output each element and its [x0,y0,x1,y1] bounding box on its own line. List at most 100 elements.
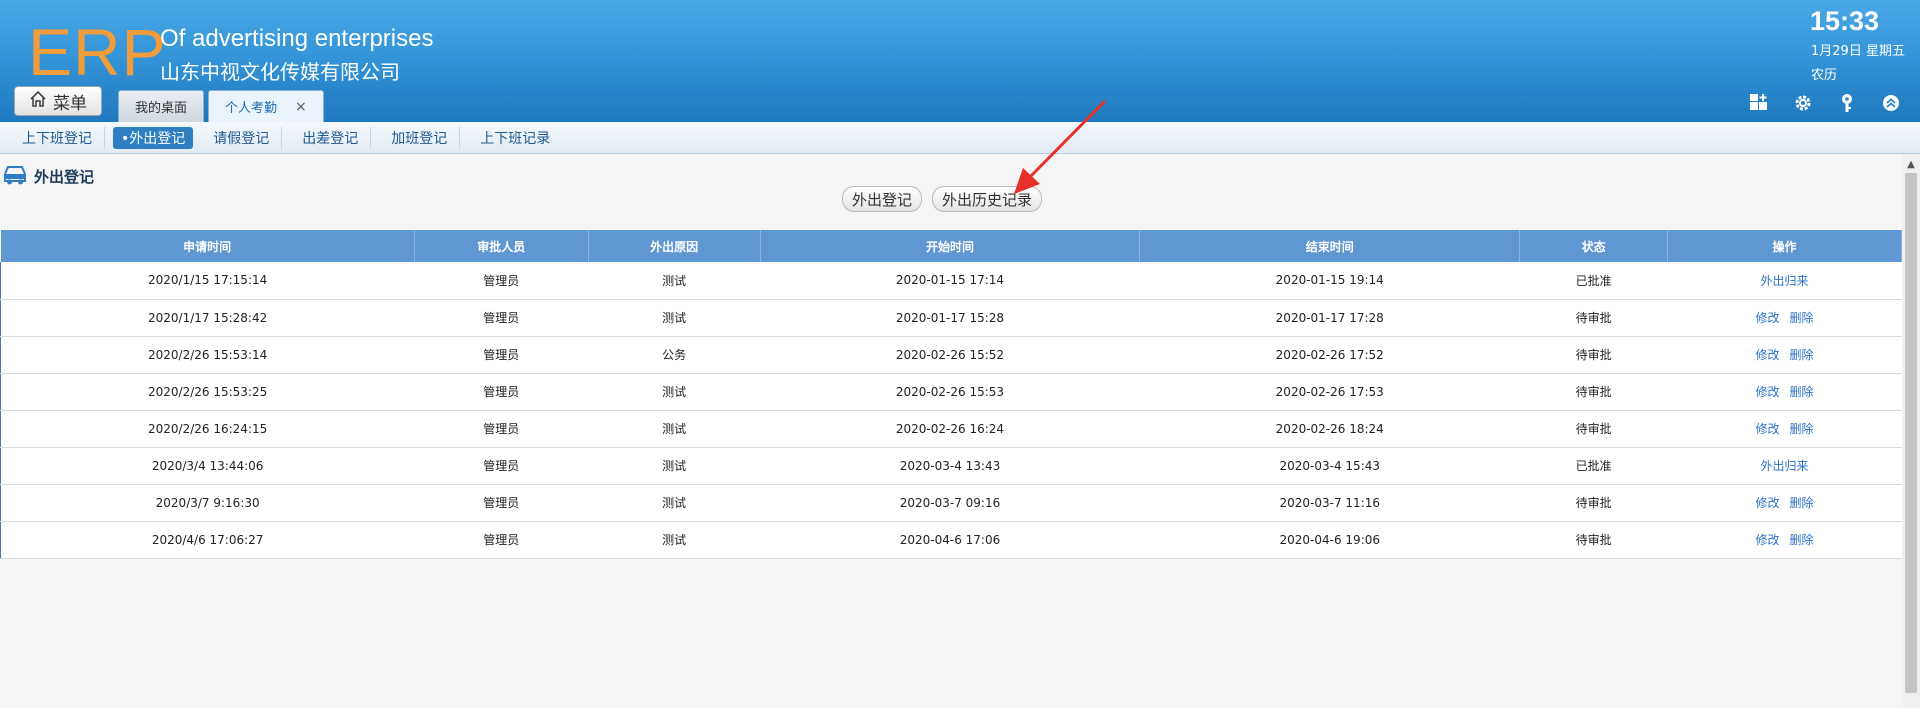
cell-actions: 修改 删除 [1667,521,1902,559]
cell-apply: 2020/4/6 17:06:27 [0,521,415,559]
delete-link[interactable]: 删除 [1790,309,1814,326]
cell-actions: 修改 删除 [1667,410,1902,448]
collapse-up-icon[interactable] [1880,92,1902,114]
subnav-business-trip[interactable]: 出差登记 [290,126,372,149]
clock-time: 15:33 [1810,6,1880,36]
grid-add-icon[interactable] [1748,92,1770,114]
delete-link[interactable]: 删除 [1790,531,1814,548]
section-header: 外出登记 [2,163,94,189]
cell-approver: 管理员 [414,336,589,374]
cell-actions: 修改 删除 [1667,484,1902,522]
cell-actions: 修改 删除 [1667,373,1902,411]
main-content: 外出登记 外出登记 外出历史记录 申请时间 审批人员 外出原因 开始时间 结束时… [0,155,1902,708]
register-out-button[interactable]: 外出登记 [842,186,923,212]
cell-apply: 2020/3/7 9:16:30 [0,484,415,522]
scrollbar-thumb[interactable] [1905,173,1917,693]
erp-logo: ERP [28,15,167,89]
company-name-en: Of advertising enterprises [160,25,434,52]
home-icon [29,90,47,113]
table-row: 2020/1/15 17:15:14 管理员 测试 2020-01-15 17:14 2… [0,262,1902,300]
subnav-clock-in[interactable]: 上下班登记 [10,126,105,149]
cell-end: 2020-03-4 15:43 [1139,447,1520,485]
col-header-approver[interactable]: 审批人员 [414,230,589,262]
cell-end: 2020-01-15 19:14 [1139,262,1520,300]
menu-button[interactable]: 菜单 [14,86,102,116]
cell-apply: 2020/1/15 17:15:14 [0,262,415,300]
col-header-end-time[interactable]: 结束时间 [1139,230,1521,262]
cell-end: 2020-04-6 19:06 [1139,521,1520,559]
table-row: 2020/3/4 13:44:06 管理员 测试 2020-03-4 13:43 202… [0,447,1902,485]
row-actions: 修改 删除 [1756,309,1814,326]
cell-end: 2020-02-26 17:53 [1139,373,1520,411]
cell-reason: 测试 [588,484,761,522]
delete-link[interactable]: 删除 [1790,494,1814,511]
cell-status: 待审批 [1519,336,1668,374]
col-header-status[interactable]: 状态 [1519,230,1669,262]
cell-status: 待审批 [1519,521,1668,559]
cell-approver: 管理员 [414,262,589,300]
return-link[interactable]: 外出归来 [1761,272,1809,289]
cell-end: 2020-02-26 18:24 [1139,410,1520,448]
col-header-apply-time[interactable]: 申请时间 [0,230,415,262]
action-buttons: 外出登记 外出历史记录 [842,186,1043,212]
col-header-actions[interactable]: 操作 [1667,230,1902,262]
cell-start: 2020-02-26 16:24 [760,410,1140,448]
edit-link[interactable]: 修改 [1756,420,1780,437]
edit-link[interactable]: 修改 [1756,309,1780,326]
out-records-table: 申请时间 审批人员 外出原因 开始时间 结束时间 状态 操作 2020/1/15… [0,230,1902,559]
delete-link[interactable]: 删除 [1790,383,1814,400]
edit-link[interactable]: 修改 [1756,383,1780,400]
table-row: 2020/1/17 15:28:42 管理员 测试 2020-01-17 15:28 2… [0,299,1902,337]
cell-actions: 外出归来 [1667,262,1902,300]
cell-reason: 公务 [588,336,761,374]
tab-label: 个人考勤 [225,101,278,116]
subnav-leave[interactable]: 请假登记 [201,126,283,149]
cell-actions: 外出归来 [1667,447,1902,485]
table-row: 2020/2/26 15:53:25 管理员 测试 2020-02-26 15:53 2… [0,373,1902,411]
cell-approver: 管理员 [414,410,589,448]
vertical-scrollbar[interactable]: ▲ [1902,155,1920,708]
cell-reason: 测试 [588,373,761,411]
row-actions: 修改 删除 [1756,346,1814,363]
delete-link[interactable]: 删除 [1790,420,1814,437]
subnav-attendance-records[interactable]: 上下班记录 [468,127,562,149]
cell-end: 2020-03-7 11:16 [1139,484,1520,522]
tab-close-icon[interactable]: × [295,99,307,115]
delete-link[interactable]: 删除 [1790,346,1814,363]
cell-apply: 2020/2/26 15:53:14 [0,336,415,374]
row-actions: 修改 删除 [1756,531,1814,548]
cell-apply: 2020/2/26 16:24:15 [0,410,415,448]
company-name-cn: 山东中视文化传媒有限公司 [160,60,400,84]
cell-start: 2020-01-17 15:28 [760,299,1140,337]
cell-approver: 管理员 [414,521,589,559]
return-link[interactable]: 外出归来 [1761,457,1809,474]
edit-link[interactable]: 修改 [1756,346,1780,363]
out-history-button[interactable]: 外出历史记录 [932,186,1043,212]
tab-personal-attendance[interactable]: 个人考勤 × [208,90,324,122]
edit-link[interactable]: 修改 [1756,531,1780,548]
car-icon [2,163,28,189]
table-header-row: 申请时间 审批人员 外出原因 开始时间 结束时间 状态 操作 [0,230,1902,262]
cell-approver: 管理员 [414,299,589,337]
cell-actions: 修改 删除 [1667,299,1902,337]
cell-reason: 测试 [588,262,761,300]
cell-status: 已批准 [1519,447,1668,485]
cell-end: 2020-02-26 17:52 [1139,336,1520,374]
tab-bar: 我的桌面 个人考勤 × [118,90,324,122]
table-row: 2020/2/26 16:24:15 管理员 测试 2020-02-26 16:24 2… [0,410,1902,448]
table-row: 2020/3/7 9:16:30 管理员 测试 2020-03-7 09:16 2020… [0,484,1902,522]
subnav-going-out[interactable]: •外出登记 [113,126,194,149]
key-icon[interactable] [1836,92,1858,114]
gear-icon[interactable] [1792,92,1814,114]
row-actions: 修改 删除 [1756,494,1814,511]
tab-my-desktop[interactable]: 我的桌面 [118,90,205,122]
edit-link[interactable]: 修改 [1756,494,1780,511]
subnav-overtime[interactable]: 加班登记 [379,126,461,149]
col-header-start-time[interactable]: 开始时间 [760,230,1141,262]
col-header-reason[interactable]: 外出原因 [588,230,761,262]
cell-end: 2020-01-17 17:28 [1139,299,1520,337]
menu-button-label: 菜单 [53,93,87,114]
scroll-up-arrow-icon[interactable]: ▲ [1902,157,1920,171]
clock-lunar: 农历 [1811,68,1838,83]
cell-status: 待审批 [1519,373,1668,411]
